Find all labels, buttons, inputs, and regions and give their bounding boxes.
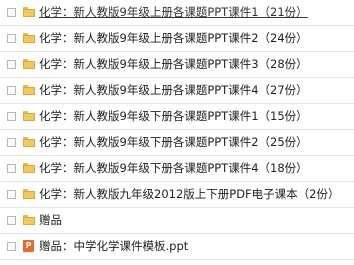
item-checkbox[interactable]: [7, 8, 16, 17]
file-name[interactable]: 化学：新人教版9年级上册各课题PPT课件3（28份）: [39, 56, 308, 72]
folder-icon: [23, 59, 35, 69]
file-name[interactable]: 化学：新人教版9年级下册各课题PPT课件4（18份）: [39, 160, 308, 176]
folder-icon: [23, 7, 35, 17]
file-name-link[interactable]: 化学：新人教版9年级上册各课题PPT课件1（21份）: [39, 4, 308, 20]
file-name[interactable]: 赠品: [39, 212, 62, 228]
folder-icon: [23, 33, 35, 43]
file-name[interactable]: 化学：新人教版9年级上册各课题PPT课件2（24份）: [39, 30, 308, 46]
file-name[interactable]: 化学：新人教版9年级上册各课题PPT课件4（27份）: [39, 82, 308, 98]
folder-icon: [23, 111, 35, 121]
ppt-file-icon: P: [23, 240, 34, 252]
item-checkbox[interactable]: [7, 138, 16, 147]
folder-icon: [23, 189, 35, 199]
item-checkbox[interactable]: [7, 34, 16, 43]
folder-icon: [23, 163, 35, 173]
item-checkbox[interactable]: [7, 60, 16, 69]
list-item[interactable]: P 赠品：中学化学课件模板.ppt: [0, 234, 354, 260]
folder-icon: [23, 85, 35, 95]
file-name[interactable]: 化学：新人教版9年级下册各课题PPT课件1（15份）: [39, 108, 308, 124]
list-item[interactable]: 化学：新人教版9年级上册各课题PPT课件1（21份）: [0, 0, 354, 26]
file-name[interactable]: 化学：新人教版9年级下册各课题PPT课件2（25份）: [39, 134, 308, 150]
file-name[interactable]: 赠品：中学化学课件模板.ppt: [39, 238, 188, 254]
item-checkbox[interactable]: [7, 216, 16, 225]
item-checkbox[interactable]: [7, 112, 16, 121]
folder-icon: [23, 215, 35, 225]
list-item[interactable]: 化学：新人教版9年级上册各课题PPT课件2（24份）: [0, 26, 354, 52]
list-item[interactable]: 化学：新人教版9年级上册各课题PPT课件3（28份）: [0, 52, 354, 78]
item-checkbox[interactable]: [7, 86, 16, 95]
file-name[interactable]: 化学：新人教版九年级2012版上下册PDF电子课本（2份）: [39, 186, 340, 202]
list-item[interactable]: 赠品: [0, 208, 354, 234]
list-item[interactable]: 化学：新人教版9年级上册各课题PPT课件4（27份）: [0, 78, 354, 104]
folder-icon: [23, 137, 35, 147]
item-checkbox[interactable]: [7, 190, 16, 199]
file-list: 化学：新人教版9年级上册各课题PPT课件1（21份） 化学：新人教版9年级上册各…: [0, 0, 354, 265]
list-item[interactable]: 化学：新人教版9年级下册各课题PPT课件4（18份）: [0, 156, 354, 182]
item-checkbox[interactable]: [7, 164, 16, 173]
list-item[interactable]: 化学：新人教版九年级2012版上下册PDF电子课本（2份）: [0, 182, 354, 208]
list-item[interactable]: 化学：新人教版9年级下册各课题PPT课件1（15份）: [0, 104, 354, 130]
partial-icon-row: [265, 259, 287, 265]
list-item[interactable]: 化学：新人教版9年级下册各课题PPT课件2（25份）: [0, 130, 354, 156]
item-checkbox[interactable]: [7, 242, 16, 251]
